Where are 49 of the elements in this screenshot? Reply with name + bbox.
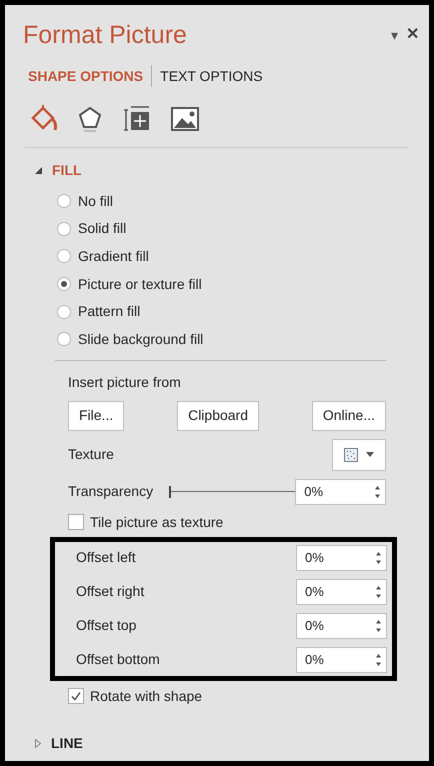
offset-label: Offset top: [76, 616, 136, 636]
radio-button[interactable]: [57, 277, 71, 292]
picture-icon[interactable]: [170, 104, 200, 134]
radio-button[interactable]: [57, 249, 71, 264]
spin-arrows-icon[interactable]: [375, 584, 382, 600]
radio-button[interactable]: [57, 222, 71, 236]
spin-field[interactable]: 0%: [295, 478, 386, 505]
spin-arrows-icon[interactable]: [374, 484, 381, 500]
section-label: Insert picture from: [68, 372, 182, 392]
radio-label: Picture or texture fill: [78, 274, 202, 294]
offset-label: Offset right: [76, 582, 144, 602]
radio-label: Gradient fill: [78, 246, 149, 266]
expand-caret-icon[interactable]: [35, 738, 41, 748]
checkbox-label: Rotate with shape: [90, 686, 202, 706]
spin-arrows-icon[interactable]: [375, 652, 382, 668]
spin-field[interactable]: 0%: [296, 544, 387, 571]
offset-label: Offset bottom: [76, 650, 160, 670]
texture-label: Texture: [68, 445, 114, 464]
close-button[interactable]: ✕: [406, 23, 419, 47]
texture-dropdown[interactable]: [332, 438, 386, 471]
offset-label: Offset left: [76, 548, 136, 568]
spin-arrows-icon[interactable]: [375, 618, 382, 634]
radio-button[interactable]: [57, 332, 71, 346]
spin-field[interactable]: 0%: [296, 646, 387, 673]
radio-label: Pattern fill: [78, 302, 140, 322]
radio-label: Slide background fill: [78, 330, 204, 349]
radio-button[interactable]: [57, 194, 71, 208]
spin-arrows-icon[interactable]: [375, 550, 382, 566]
pane-title: Format Picture: [23, 20, 187, 51]
insert-button[interactable]: Clipboard: [177, 400, 260, 431]
checkbox-label: Tile picture as texture: [90, 512, 224, 532]
checkbox[interactable]: [68, 514, 84, 530]
checkmark-icon: [70, 690, 82, 702]
insert-button[interactable]: File...: [68, 400, 124, 431]
texture-swatch-icon: [344, 448, 358, 462]
checkbox[interactable]: [68, 688, 84, 704]
collapse-caret-icon[interactable]: [35, 167, 42, 174]
radio-button[interactable]: [57, 304, 71, 319]
spin-field[interactable]: 0%: [296, 612, 387, 639]
radio-label: No fill: [78, 192, 114, 211]
options-dropdown[interactable]: ▾: [391, 24, 398, 46]
spin-field[interactable]: 0%: [296, 578, 387, 605]
radio-label: Solid fill: [78, 219, 126, 238]
insert-button[interactable]: Online...: [312, 400, 386, 431]
line-section-header[interactable]: LINE: [51, 732, 83, 754]
transparency-slider[interactable]: [168, 486, 296, 498]
tab[interactable]: TEXT OPTIONS: [160, 66, 263, 86]
caret-icon: [366, 452, 374, 458]
transparency-label: Transparency: [68, 482, 154, 502]
